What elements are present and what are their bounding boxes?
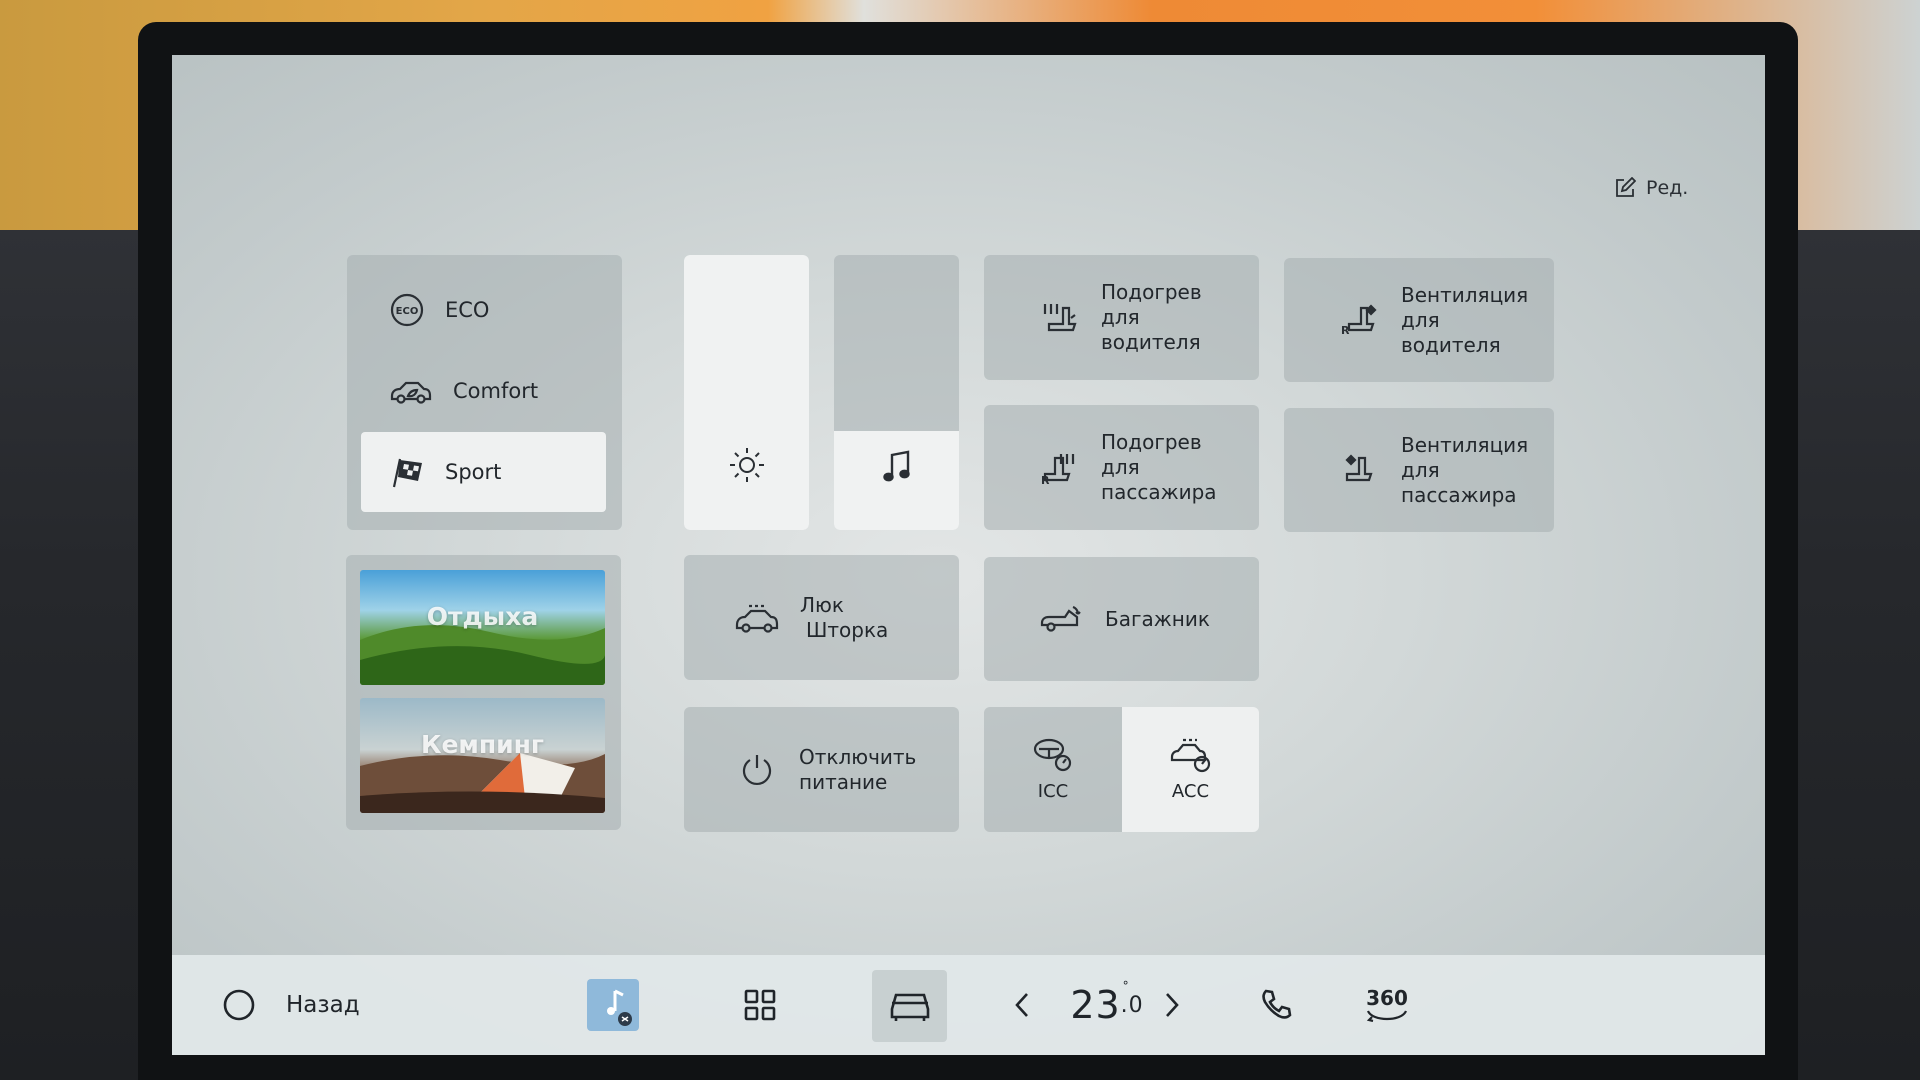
tile-label: Вентиляция для пассажира [1401, 433, 1528, 508]
back-label: Назад [286, 992, 360, 1018]
icc-icon [1031, 737, 1075, 773]
chevron-left-icon [1013, 991, 1031, 1019]
eco-icon: ECO [389, 292, 425, 328]
app-grid-button[interactable] [690, 955, 830, 1055]
tile-label-line: Подогрев [1101, 430, 1202, 454]
tile-label: Подогрев для водителя [1101, 280, 1202, 355]
acc-icon [1169, 737, 1213, 773]
temperature-dec: .0 [1120, 992, 1144, 1018]
drive-mode-comfort[interactable]: Comfort [361, 351, 606, 431]
edit-icon [1614, 177, 1636, 199]
drive-mode-panel: ECO ECO Comfort Sport [347, 255, 622, 530]
tile-label-line: для [1101, 305, 1140, 329]
sun-icon [684, 445, 809, 485]
scene-camping[interactable]: Кемпинг [360, 698, 605, 813]
phone-icon [1260, 988, 1294, 1022]
tile-label: Вентиляция для водителя [1401, 283, 1528, 358]
seat-heat-passenger-icon: R [1039, 450, 1079, 486]
tile-icc[interactable]: ICC [984, 707, 1122, 832]
drive-mode-label: Sport [445, 460, 502, 484]
seat-heat-driver-icon [1039, 300, 1079, 336]
tile-label-line: Люк [800, 592, 844, 617]
tile-label-line: Шторка [806, 617, 889, 642]
brightness-slider[interactable] [684, 255, 809, 530]
tile-label: Багажник [1105, 607, 1210, 632]
tile-label-line: для [1101, 455, 1140, 479]
tile-trunk[interactable]: Багажник [984, 557, 1259, 681]
vehicle-controls-button[interactable] [872, 970, 947, 1042]
media-button[interactable] [587, 955, 639, 1055]
svg-text:ECO: ECO [396, 306, 419, 317]
rotate-icon [1364, 1008, 1410, 1022]
bottom-bar: Назад 23 ° .0 360 [172, 955, 1765, 1055]
checkered-flag-icon [389, 456, 425, 488]
tile-label-line: Подогрев [1101, 280, 1202, 304]
scene-title: Отдыха [426, 602, 539, 631]
tile-power-off[interactable]: Отключить питание [684, 707, 959, 832]
app-grid-icon [743, 988, 777, 1022]
temperature-unit: ° [1122, 978, 1130, 993]
drive-mode-eco[interactable]: ECO ECO [361, 270, 606, 350]
icc-label: ICC [1037, 781, 1069, 802]
sunroof-icon [734, 601, 780, 635]
scene-title: Кемпинг [421, 730, 544, 759]
brightness-fill [684, 255, 809, 530]
tile-label: Люк Шторка [800, 593, 888, 643]
tile-heat-driver[interactable]: Подогрев для водителя [984, 255, 1259, 380]
tile-label-line: пассажира [1401, 482, 1517, 507]
tile-label-line: пассажира [1101, 480, 1217, 504]
drive-mode-label: Comfort [453, 379, 539, 403]
tile-label-line: Отключить [799, 744, 917, 769]
drive-mode-label: ECO [445, 298, 490, 322]
tile-label-line: для [1401, 307, 1440, 332]
tile-label-line: водителя [1101, 330, 1201, 354]
circle-icon [222, 988, 256, 1022]
edit-label: Ред. [1646, 177, 1689, 199]
phone-button[interactable] [1252, 955, 1302, 1055]
seat-vent-passenger-icon [1339, 452, 1379, 488]
tile-acc[interactable]: ACC [1122, 707, 1259, 832]
car-leaf-icon [389, 376, 433, 406]
camera-360-label: 360 [1366, 986, 1408, 1010]
tile-label-line: Вентиляция [1401, 282, 1529, 307]
tile-vent-passenger[interactable]: Вентиляция для пассажира [1284, 408, 1554, 532]
seat-vent-driver-icon: R [1339, 302, 1379, 338]
power-icon [739, 752, 775, 788]
car-front-icon [888, 989, 932, 1023]
tile-label: Подогрев для пассажира [1101, 430, 1217, 505]
trunk-icon [1039, 603, 1083, 635]
tile-sunroof[interactable]: Люк Шторка [684, 555, 959, 680]
media-app-icon [587, 979, 639, 1031]
back-button[interactable]: Назад [222, 955, 360, 1055]
svg-text:R: R [1041, 474, 1050, 486]
scene-mode-panel: Отдыха Кемпинг [346, 555, 621, 830]
tile-label: Отключить питание [799, 745, 916, 795]
camera-360-button[interactable]: 360 [1352, 955, 1422, 1055]
svg-text:R: R [1341, 324, 1350, 337]
scene-rest[interactable]: Отдыха [360, 570, 605, 685]
tile-heat-passenger[interactable]: R Подогрев для пассажира [984, 405, 1259, 530]
tile-label-line: водителя [1401, 332, 1501, 357]
temperature-decrease-button[interactable] [1007, 955, 1037, 1055]
edit-button[interactable]: Ред. [1614, 173, 1688, 203]
temperature-display: 23 ° .0 [1057, 955, 1157, 1055]
drive-mode-sport[interactable]: Sport [361, 432, 606, 512]
music-note-icon [834, 449, 959, 485]
volume-slider[interactable] [834, 255, 959, 530]
acc-label: ACC [1171, 781, 1210, 802]
infotainment-screen: Ред. ECO ECO Comfort Sport Отдыха Кемпин… [172, 55, 1765, 1055]
chevron-right-icon [1163, 991, 1181, 1019]
tile-label-line: Вентиляция [1401, 432, 1529, 457]
tile-label-line: питание [799, 769, 888, 794]
temperature-increase-button[interactable] [1157, 955, 1187, 1055]
tile-label-line: Багажник [1105, 606, 1210, 631]
tile-label-line: для [1401, 457, 1440, 482]
tile-vent-driver[interactable]: R Вентиляция для водителя [1284, 258, 1554, 382]
temperature-int: 23 [1070, 983, 1121, 1027]
